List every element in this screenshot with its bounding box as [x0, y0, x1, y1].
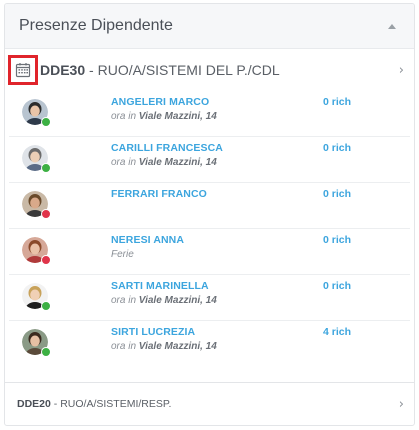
location-prefix: ora in [111, 111, 139, 122]
requests-link[interactable]: 0 rich [323, 142, 351, 154]
panel-header: Presenze Dipendente [5, 4, 414, 49]
location-prefix: ora in [111, 157, 139, 168]
requests-link[interactable]: 0 rich [323, 280, 351, 292]
employee-list: ANGELERI MARCO ora in Viale Mazzini, 14 0 … [5, 91, 414, 367]
requests-link[interactable]: 0 rich [323, 96, 351, 108]
location-place: Viale Mazzini, 14 [138, 157, 217, 168]
list-item: FERRARI FRANCO 0 rich [9, 183, 410, 229]
requests-link[interactable]: 0 rich [323, 188, 351, 200]
status-dot [41, 117, 51, 127]
location-place: Viale Mazzini, 14 [138, 295, 217, 306]
status-dot [41, 255, 51, 265]
avatar [22, 191, 51, 219]
avatar [22, 237, 51, 265]
employee-location: ora in Viale Mazzini, 14 [111, 295, 217, 306]
avatar [22, 283, 51, 311]
location-prefix: ora in [111, 295, 139, 306]
group-name: RUO/A/SISTEMI DEL P./CDL [97, 62, 280, 78]
avatar [22, 145, 51, 173]
group-code: DDE20 [17, 398, 51, 410]
employee-note: Ferie [111, 249, 134, 260]
list-item: SARTI MARINELLA ora in Viale Mazzini, 14 0… [9, 275, 410, 321]
group-separator: - [85, 62, 98, 78]
group-label: DDE20 - RUO/A/SISTEMI/RESP. [17, 398, 399, 410]
calendar-button[interactable] [8, 55, 38, 85]
location-prefix: ora in [111, 341, 139, 352]
group-separator: - [50, 398, 61, 410]
employee-name-link[interactable]: NERESI ANNA [111, 234, 184, 246]
list-item: SIRTI LUCREZIA ora in Viale Mazzini, 14 4 … [9, 321, 410, 367]
presenze-panel: Presenze Dipendente DDE30 - RUO/A/SISTEM… [4, 3, 415, 426]
avatar [22, 329, 51, 357]
avatar [22, 99, 51, 127]
location-place: Viale Mazzini, 14 [138, 111, 217, 122]
caret-up-icon[interactable] [388, 23, 396, 29]
employee-location: ora in Viale Mazzini, 14 [111, 341, 217, 352]
chevron-right-icon: › [398, 396, 404, 412]
requests-link[interactable]: 4 rich [323, 326, 351, 338]
location-place: Viale Mazzini, 14 [138, 341, 217, 352]
employee-name-link[interactable]: SARTI MARINELLA [111, 280, 209, 292]
status-dot [41, 163, 51, 173]
employee-name-link[interactable]: CARILLI FRANCESCA [111, 142, 223, 154]
list-item: CARILLI FRANCESCA ora in Viale Mazzini, 1… [9, 137, 410, 183]
employee-location: ora in Viale Mazzini, 14 [111, 111, 217, 122]
group-label: DDE30 - RUO/A/SISTEMI DEL P./CDL [40, 62, 399, 78]
list-item: ANGELERI MARCO ora in Viale Mazzini, 14 0 … [9, 91, 410, 137]
group-row-primary[interactable]: DDE30 - RUO/A/SISTEMI DEL P./CDL › [5, 49, 414, 91]
panel-title: Presenze Dipendente [19, 17, 173, 34]
employee-name-link[interactable]: ANGELERI MARCO [111, 96, 209, 108]
employee-name-link[interactable]: SIRTI LUCREZIA [111, 326, 195, 338]
group-code: DDE30 [40, 62, 86, 78]
status-dot [41, 347, 51, 357]
calendar-icon [15, 63, 31, 78]
employee-location: ora in Viale Mazzini, 14 [111, 157, 217, 168]
chevron-right-icon: › [398, 62, 404, 78]
list-item: NERESI ANNA Ferie 0 rich [9, 229, 410, 275]
group-row-secondary[interactable]: DDE20 - RUO/A/SISTEMI/RESP. › [5, 382, 414, 425]
employee-name-link[interactable]: FERRARI FRANCO [111, 188, 207, 200]
group-name: RUO/A/SISTEMI/RESP. [60, 398, 172, 410]
status-dot [41, 301, 51, 311]
requests-link[interactable]: 0 rich [323, 234, 351, 246]
status-dot [41, 209, 51, 219]
